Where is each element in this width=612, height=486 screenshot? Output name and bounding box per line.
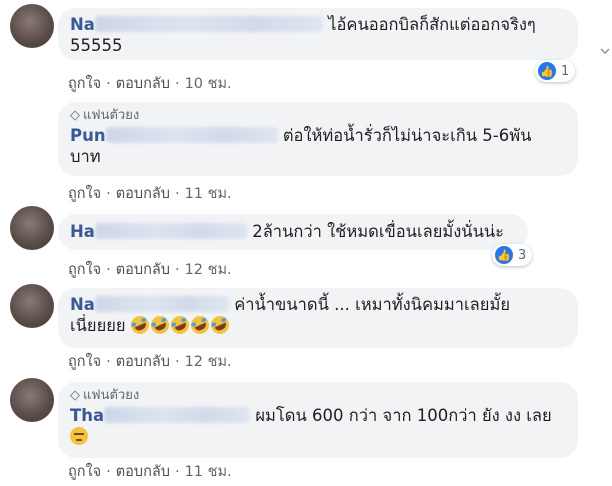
reaction-count: 1 xyxy=(561,63,570,79)
rolling-on-floor-laughing-emoji xyxy=(187,313,212,337)
comment-text: ผมโดน 600 กว่า จาก 100กว่า ยัง งง เลย xyxy=(255,406,552,425)
timestamp[interactable]: 11 ชม. xyxy=(185,186,232,202)
comment-actions: ถูกใจ · ตอบกลับ · 11 ชม. xyxy=(68,186,232,202)
comment-text: ค่าน้ำขนาดนี้ ... เหมาทั้งนิคมมาเลยมั้ย xyxy=(234,295,510,314)
reply-link[interactable]: ตอบกลับ xyxy=(116,186,170,202)
comment-text: ไอ้คนออกบิลก็สักแต่ออกจริงๆ xyxy=(328,15,536,34)
comment-bubble: Ha 2ล้านกว่า ใช้หมดเขื่อนเลยมั้งนั่นน่ะ xyxy=(58,214,528,250)
author-name[interactable]: Tha xyxy=(70,406,251,425)
avatar[interactable] xyxy=(10,4,54,48)
avatar[interactable] xyxy=(10,206,54,250)
reaction-summary[interactable]: 👍 3 xyxy=(492,244,533,266)
unamused-face-emoji xyxy=(70,427,88,445)
comment-bubble: Na ค่าน้ำขนาดนี้ ... เหมาทั้งนิคมมาเลยมั… xyxy=(58,288,578,348)
reaction-count: 3 xyxy=(518,247,527,263)
comment-text: 2ล้านกว่า ใช้หมดเขื่อนเลยมั้งนั่นน่ะ xyxy=(252,222,505,241)
comment-actions: ถูกใจ · ตอบกลับ · 11 ชม. xyxy=(68,464,232,480)
rolling-on-floor-laughing-emoji xyxy=(147,313,172,337)
like-link[interactable]: ถูกใจ xyxy=(68,262,101,278)
like-link[interactable]: ถูกใจ xyxy=(68,464,101,480)
comment-text: ต่อให้ท่อน้ำรั่วก็ไม่น่าจะเกิน 5-6พัน xyxy=(282,126,532,145)
like-link[interactable]: ถูกใจ xyxy=(68,354,101,370)
comment-text-line2: เนี่ยยยย xyxy=(70,316,126,335)
avatar[interactable] xyxy=(10,378,54,422)
fan-badge: ◇ แฟนตัวยง xyxy=(70,388,140,403)
rolling-on-floor-laughing-emoji xyxy=(207,313,232,337)
avatar[interactable] xyxy=(10,284,54,328)
like-thumb-icon: 👍 xyxy=(495,246,513,264)
like-thumb-icon: 👍 xyxy=(538,62,556,80)
comment-text-line2: บาท xyxy=(70,147,101,166)
diamond-icon: ◇ xyxy=(70,108,80,123)
avatar[interactable] xyxy=(10,108,54,152)
diamond-icon: ◇ xyxy=(70,388,80,403)
fan-badge: ◇ แฟนตัวยง xyxy=(70,108,140,123)
like-link[interactable]: ถูกใจ xyxy=(68,76,101,92)
reply-link[interactable]: ตอบกลับ xyxy=(116,464,170,480)
comment-actions: ถูกใจ · ตอบกลับ · 10 ชม. xyxy=(68,76,232,92)
comment-bubble: Na ไอ้คนออกบิลก็สักแต่ออกจริงๆ 55555 xyxy=(58,8,578,60)
rolling-on-floor-laughing-emoji xyxy=(127,313,152,337)
comment-bubble: ◇ แฟนตัวยง Tha ผมโดน 600 กว่า จาก 100กว่า… xyxy=(58,382,578,458)
author-name[interactable]: Na xyxy=(70,295,229,314)
timestamp[interactable]: 12 ชม. xyxy=(185,262,232,278)
reply-link[interactable]: ตอบกลับ xyxy=(116,354,170,370)
author-name[interactable]: Ha xyxy=(70,222,247,241)
chevron-down-icon[interactable] xyxy=(600,48,610,54)
comment-text-line2: 55555 xyxy=(70,36,123,55)
comment-actions: ถูกใจ · ตอบกลับ · 12 ชม. xyxy=(68,262,232,278)
reply-link[interactable]: ตอบกลับ xyxy=(116,262,170,278)
author-name[interactable]: Pun xyxy=(70,126,278,145)
like-link[interactable]: ถูกใจ xyxy=(68,186,101,202)
comment-actions: ถูกใจ · ตอบกลับ · 12 ชม. xyxy=(68,354,232,370)
timestamp[interactable]: 12 ชม. xyxy=(185,354,232,370)
reply-link[interactable]: ตอบกลับ xyxy=(116,76,170,92)
author-name[interactable]: Na xyxy=(70,15,323,34)
rolling-on-floor-laughing-emoji xyxy=(167,313,192,337)
comment-bubble: ◇ แฟนตัวยง Pun ต่อให้ท่อน้ำรั่วก็ไม่น่าจะ… xyxy=(58,102,578,176)
timestamp[interactable]: 11 ชม. xyxy=(185,464,232,480)
reaction-summary[interactable]: 👍 1 xyxy=(535,60,576,82)
emoji-group xyxy=(127,313,232,337)
timestamp[interactable]: 10 ชม. xyxy=(185,76,232,92)
